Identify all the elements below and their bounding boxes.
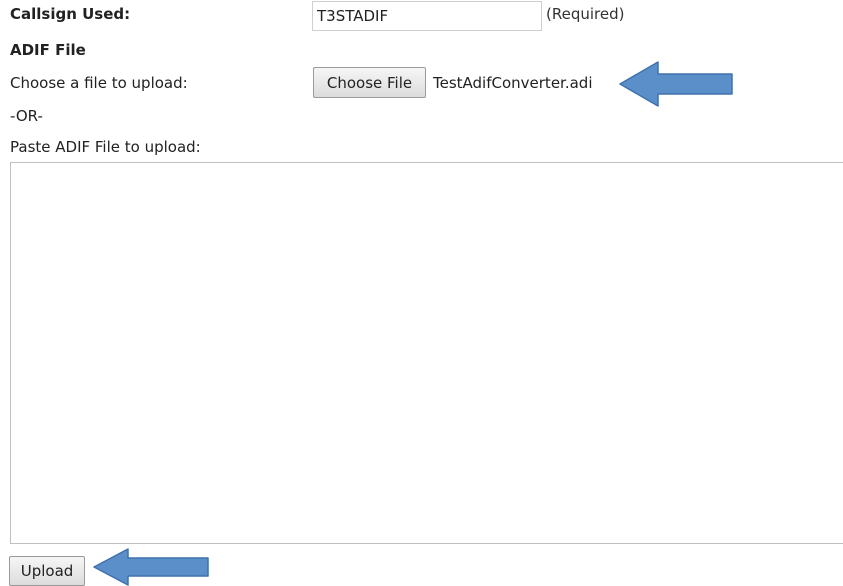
- choose-file-label: Choose a file to upload:: [10, 74, 188, 92]
- or-separator: -OR-: [10, 107, 43, 125]
- paste-adif-label: Paste ADIF File to upload:: [10, 138, 201, 156]
- left-arrow-icon: [92, 548, 212, 586]
- callsign-label: Callsign Used:: [10, 5, 131, 23]
- callsign-input[interactable]: [312, 1, 542, 31]
- upload-button[interactable]: Upload: [9, 556, 85, 586]
- chosen-file-name: TestAdifConverter.adi: [433, 74, 593, 92]
- required-note: (Required): [546, 5, 625, 23]
- adif-file-heading: ADIF File: [10, 41, 86, 59]
- paste-adif-textarea[interactable]: [10, 162, 843, 544]
- choose-file-button[interactable]: Choose File: [313, 67, 426, 98]
- left-arrow-icon: [618, 60, 736, 108]
